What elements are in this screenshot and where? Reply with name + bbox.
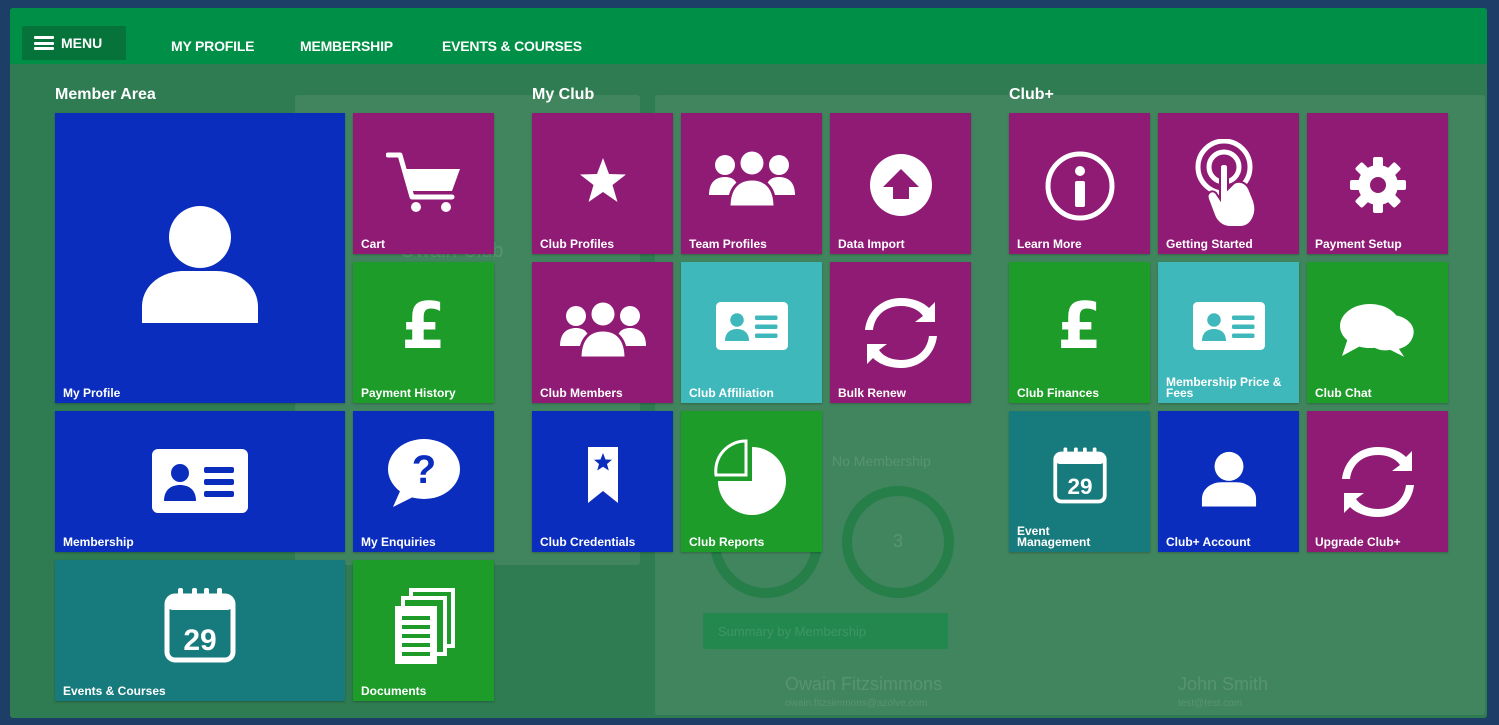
id-card-icon xyxy=(715,302,788,350)
refresh-icon xyxy=(864,298,937,368)
app-frame: Owain Club No Membership 3 Summary by Me… xyxy=(10,8,1487,718)
tile-label: Cart xyxy=(361,237,386,251)
tile-label: Event Management xyxy=(1017,524,1091,549)
id-card-icon xyxy=(1192,302,1265,350)
tile-label: Payment History xyxy=(361,386,456,400)
menu-button[interactable]: MENU xyxy=(22,26,126,60)
calendar-icon: 29 xyxy=(1052,447,1107,504)
tile-team-profiles[interactable]: Team Profiles xyxy=(681,113,822,254)
tile-label: Bulk Renew xyxy=(838,386,907,400)
tile-label: Club+ Account xyxy=(1166,535,1251,549)
tile-label: Events & Courses xyxy=(63,684,166,698)
calendar-icon: 29 xyxy=(164,588,236,663)
hamburger-icon xyxy=(34,36,54,50)
pound-icon: £ xyxy=(1057,290,1102,364)
tile-label: Getting Started xyxy=(1166,237,1253,251)
tile-club-chat[interactable]: Club Chat xyxy=(1307,262,1448,403)
tile-membership[interactable]: Membership xyxy=(55,411,345,552)
refresh-icon xyxy=(1341,447,1414,517)
bg-ring-count: 3 xyxy=(893,531,904,551)
tile-label: Data Import xyxy=(838,237,905,251)
users-icon xyxy=(559,300,646,358)
tile-payment-setup[interactable]: Payment Setup xyxy=(1307,113,1448,254)
bg-summary-label: Summary by Membership xyxy=(718,624,867,639)
nav-membership[interactable]: MEMBERSHIP xyxy=(300,38,393,54)
tile-club-members[interactable]: Club Members xyxy=(532,262,673,403)
tile-label: Membership xyxy=(63,535,134,549)
gear-icon xyxy=(1349,157,1406,213)
pie-chart-icon xyxy=(713,439,786,515)
calendar-day: 29 xyxy=(183,624,216,657)
tile-club-plus-account[interactable]: Club+ Account xyxy=(1158,411,1299,552)
tile-payment-history[interactable]: £ Payment History xyxy=(353,262,494,403)
tile-label: Club Members xyxy=(540,386,623,400)
tile-label: Upgrade Club+ xyxy=(1315,535,1401,549)
tile-documents[interactable]: Documents xyxy=(353,560,494,701)
tile-label: Team Profiles xyxy=(689,237,767,251)
tile-cart[interactable]: Cart xyxy=(353,113,494,254)
star-icon xyxy=(579,158,626,202)
users-icon xyxy=(708,149,795,207)
tile-bulk-renew[interactable]: Bulk Renew xyxy=(830,262,971,403)
tile-label: Learn More xyxy=(1017,237,1082,251)
svg-text:?: ? xyxy=(411,448,435,492)
calendar-day: 29 xyxy=(1067,474,1092,499)
tile-my-profile[interactable]: My Profile xyxy=(55,113,345,403)
upload-circle-icon xyxy=(869,154,932,216)
menu-label: MENU xyxy=(61,35,103,51)
nav-my-profile[interactable]: MY PROFILE xyxy=(171,38,255,54)
tile-label: Club Chat xyxy=(1315,386,1372,400)
tile-data-import[interactable]: Data Import xyxy=(830,113,971,254)
tile-club-reports[interactable]: Club Reports xyxy=(681,411,822,552)
tile-label: My Enquiries xyxy=(361,535,436,549)
tile-membership-price-fees[interactable]: Membership Price & Fees xyxy=(1158,262,1299,403)
id-card-icon xyxy=(152,449,248,513)
tile-events-courses[interactable]: 29 Events & Courses xyxy=(55,560,345,701)
tile-label: My Profile xyxy=(63,386,121,400)
touch-icon xyxy=(1195,139,1256,228)
tile-club-credentials[interactable]: Club Credentials xyxy=(532,411,673,552)
section-title-member-area: Member Area xyxy=(55,86,156,103)
tile-event-management[interactable]: 29 Event Management xyxy=(1009,411,1150,552)
top-nav: MENU MY PROFILE MEMBERSHIP EVENTS & COUR… xyxy=(10,8,1487,64)
tile-label: Club Affiliation xyxy=(689,386,774,400)
bg-no-membership: No Membership xyxy=(832,453,931,469)
tile-my-enquiries[interactable]: ? My Enquiries xyxy=(353,411,494,552)
tile-club-profiles[interactable]: Club Profiles xyxy=(532,113,673,254)
tile-label: Club Finances xyxy=(1017,386,1100,400)
nav-events-courses[interactable]: EVENTS & COURSES xyxy=(442,38,582,54)
tile-club-affiliation[interactable]: Club Affiliation xyxy=(681,262,822,403)
tile-upgrade-club-plus[interactable]: Upgrade Club+ xyxy=(1307,411,1448,552)
info-icon xyxy=(1045,151,1114,221)
tile-label: Club Reports xyxy=(689,535,765,549)
tile-club-finances[interactable]: £ Club Finances xyxy=(1009,262,1150,403)
bg-member-name-1: Owain Fitzsimmons xyxy=(785,674,943,694)
user-icon xyxy=(1201,451,1256,507)
tile-label: Club Profiles xyxy=(540,237,615,251)
section-title-my-club: My Club xyxy=(532,86,595,103)
tile-label: Membership Price & Fees xyxy=(1166,375,1282,400)
bg-member-name-2: John Smith xyxy=(1178,674,1269,694)
section-title-club-plus: Club+ xyxy=(1009,86,1054,103)
tile-label: Documents xyxy=(361,684,427,698)
documents-icon xyxy=(394,588,455,664)
user-icon xyxy=(142,206,258,323)
cart-icon xyxy=(385,152,460,212)
tile-label: Club Credentials xyxy=(540,535,636,549)
tile-label: Payment Setup xyxy=(1315,237,1402,251)
bookmark-star-icon xyxy=(587,447,618,503)
bg-member-email-1: owain.fitzsimmons@azolve.com xyxy=(785,698,928,709)
pound-icon: £ xyxy=(401,290,446,364)
tile-getting-started[interactable]: Getting Started xyxy=(1158,113,1299,254)
bg-member-email-2: test@test.com xyxy=(1178,698,1243,709)
question-bubble-icon: ? xyxy=(387,439,460,507)
chat-icon xyxy=(1339,304,1418,362)
tile-learn-more[interactable]: Learn More xyxy=(1009,113,1150,254)
